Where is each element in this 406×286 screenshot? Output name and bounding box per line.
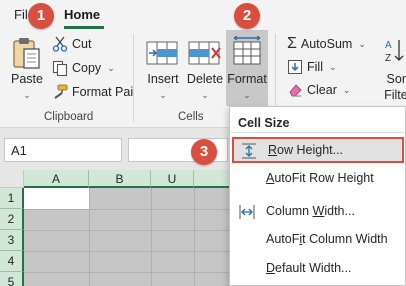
- column-header-next[interactable]: [194, 170, 234, 188]
- gridline: [24, 230, 234, 231]
- menu-section-header: Cell Size: [238, 116, 290, 130]
- menu-item-label: AutoFit Column Width: [266, 232, 388, 246]
- clear-label: Clear: [307, 83, 337, 97]
- active-cell-a1[interactable]: [24, 188, 89, 209]
- sort-filter-button[interactable]: A Z Sort Filter: [378, 32, 406, 102]
- autosum-label: AutoSum: [300, 37, 353, 51]
- clear-button[interactable]: Clear ⌄: [287, 80, 350, 100]
- cut-label: Cut: [72, 37, 92, 51]
- cells-group-label: Cells: [178, 111, 204, 123]
- select-all-corner[interactable]: [0, 170, 24, 188]
- tab-home[interactable]: Home: [64, 7, 100, 22]
- chevron-down-icon[interactable]: ⌄: [184, 90, 226, 101]
- gridline: [24, 251, 234, 252]
- svg-text:A: A: [385, 40, 392, 51]
- chevron-down-icon[interactable]: ⌄: [343, 85, 351, 96]
- row-header-4[interactable]: 4: [0, 251, 24, 272]
- copy-button[interactable]: Copy ⌄: [52, 58, 115, 78]
- format-painter-label: Format Pai: [72, 85, 134, 99]
- chevron-down-icon[interactable]: ⌄: [107, 63, 115, 74]
- chevron-down-icon[interactable]: ⌄: [358, 39, 366, 50]
- filter-label: Filter: [384, 88, 406, 102]
- menu-item-autofit-column-width[interactable]: AutoFit Column Width: [230, 226, 405, 252]
- clipboard-group-label: Clipboard: [44, 111, 94, 123]
- autosum-button[interactable]: Σ AutoSum ⌄: [287, 34, 366, 54]
- insert-cells-icon: [146, 41, 178, 65]
- paste-icon: [13, 38, 40, 69]
- fill-button[interactable]: Fill ⌄: [287, 57, 337, 77]
- sort-filter-icon: A Z: [385, 40, 404, 64]
- row-height-icon: [242, 143, 256, 159]
- gridline: [24, 272, 234, 273]
- row-header-5[interactable]: 5: [0, 272, 24, 286]
- column-width-icon: [239, 205, 255, 219]
- format-painter-button[interactable]: Format Pai: [52, 82, 133, 102]
- autosum-icon: Σ: [287, 35, 297, 52]
- row-header-2[interactable]: 2: [0, 209, 24, 230]
- format-cells-icon: [233, 35, 261, 65]
- svg-text:Z: Z: [385, 53, 391, 64]
- step-badge-3: 3: [191, 139, 217, 165]
- step-badge-2: 2: [234, 3, 260, 29]
- menu-item-label: Default Width...: [266, 261, 352, 275]
- menu-item-row-height[interactable]: Row Height...: [232, 137, 404, 163]
- column-header-u[interactable]: U: [151, 170, 194, 188]
- cut-button[interactable]: Cut: [52, 34, 91, 54]
- gridline: [24, 209, 234, 210]
- chevron-down-icon[interactable]: ⌄: [226, 90, 268, 101]
- copy-icon: [52, 60, 68, 76]
- format-label: Format: [227, 72, 267, 86]
- delete-label: Delete: [186, 72, 224, 86]
- row-header-3[interactable]: 3: [0, 230, 24, 251]
- menu-item-label: Row Height...: [268, 143, 344, 157]
- menu-item-autofit-row-height[interactable]: AutoFit Row Height: [230, 165, 405, 191]
- row-header-1[interactable]: 1: [0, 188, 24, 209]
- format-dropdown-menu: Cell Size Row Height... AutoFit Row Heig…: [229, 106, 406, 286]
- fill-label: Fill: [307, 60, 323, 74]
- name-box[interactable]: A1: [4, 138, 122, 162]
- chevron-down-icon[interactable]: ⌄: [6, 90, 48, 101]
- menu-divider: [230, 132, 405, 133]
- sort-label: Sort: [386, 72, 406, 86]
- delete-cells-icon: [188, 41, 221, 65]
- insert-label: Insert: [147, 72, 179, 86]
- column-header-a[interactable]: A: [24, 170, 89, 188]
- menu-item-default-width[interactable]: Default Width...: [230, 255, 405, 281]
- group-divider: [133, 34, 134, 122]
- menu-item-label: Column Width...: [266, 204, 355, 218]
- format-cells-button[interactable]: Format ⌄: [226, 32, 268, 100]
- delete-cells-button[interactable]: Delete ⌄: [184, 32, 226, 100]
- paste-button[interactable]: Paste ⌄: [6, 32, 48, 100]
- step-badge-1: 1: [28, 3, 54, 29]
- menu-item-column-width[interactable]: Column Width...: [230, 198, 405, 224]
- chevron-down-icon[interactable]: ⌄: [142, 90, 184, 101]
- name-box-value: A1: [11, 143, 27, 158]
- copy-label: Copy: [72, 61, 102, 75]
- cut-icon: [52, 36, 68, 52]
- fill-icon: [288, 60, 302, 74]
- paste-label: Paste: [11, 72, 43, 86]
- chevron-down-icon[interactable]: ⌄: [329, 62, 337, 73]
- clear-icon: [289, 84, 302, 97]
- column-header-b[interactable]: B: [89, 170, 151, 188]
- ribbon-tab-bar: File Home: [0, 0, 406, 30]
- active-tab-indicator: [64, 26, 104, 29]
- format-painter-icon: [54, 84, 68, 99]
- insert-cells-button[interactable]: Insert ⌄: [142, 32, 184, 100]
- menu-item-label: AutoFit Row Height: [266, 171, 374, 185]
